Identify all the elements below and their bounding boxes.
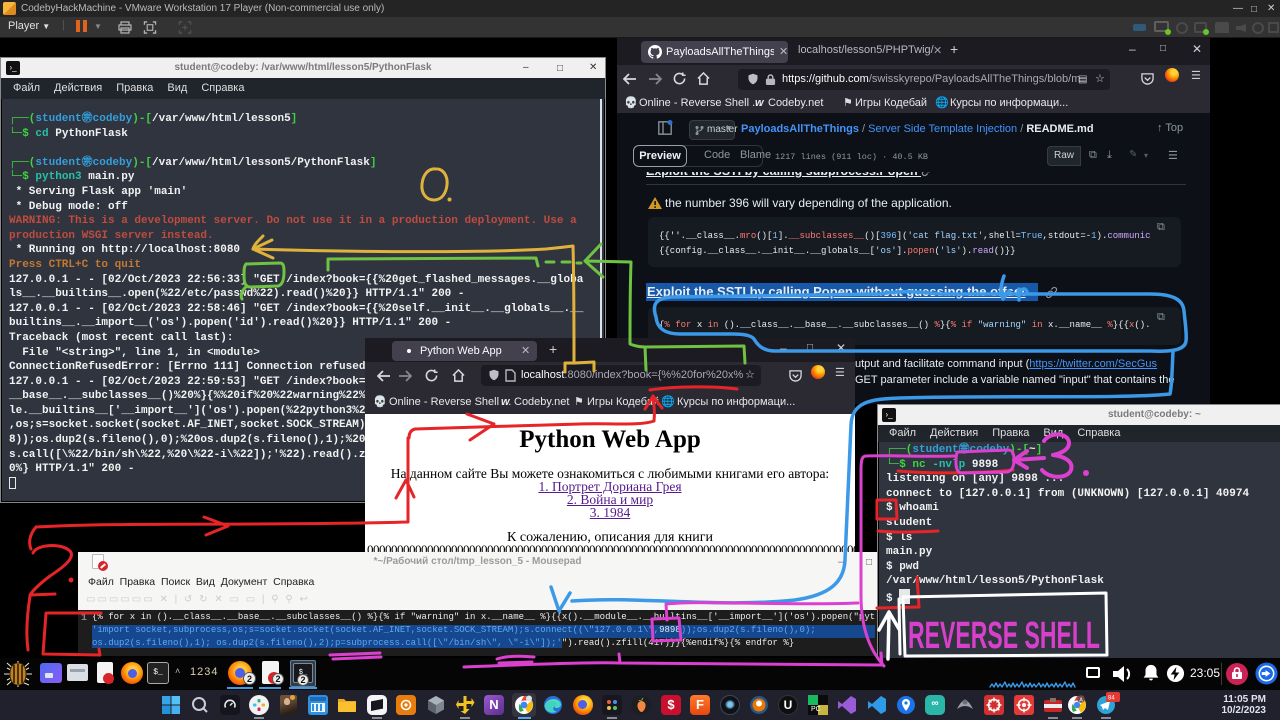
svg-text:A: A xyxy=(1079,698,1083,704)
svg-text:84: 84 xyxy=(1108,696,1115,702)
svg-text:PC: PC xyxy=(811,706,821,713)
